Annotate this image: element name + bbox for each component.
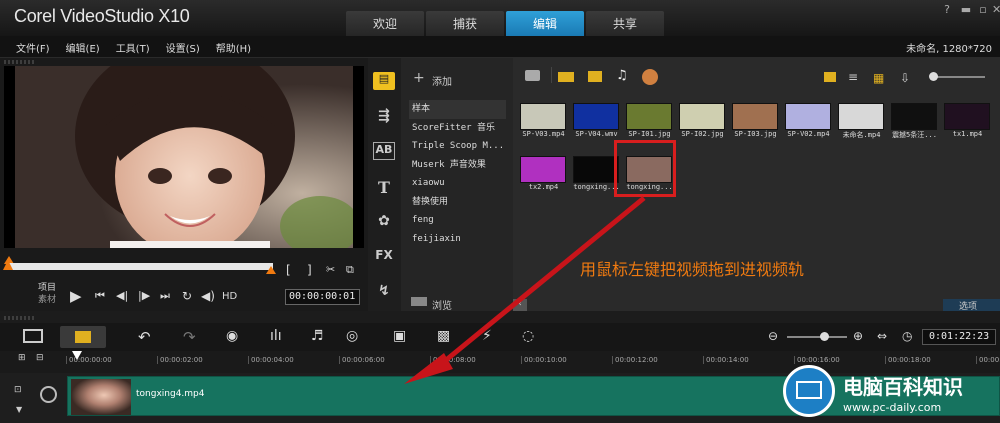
watermark-url: www.pc-daily.com (843, 401, 942, 414)
watermark-logo: 电脑百科知识 www.pc-daily.com (783, 365, 1000, 423)
drag-arrow (404, 196, 646, 384)
monitor-logo-icon (783, 365, 835, 417)
watermark-name: 电脑百科知识 (843, 375, 963, 399)
instruction-text: 用鼠标左键把视频拖到进视频轨 (580, 260, 805, 279)
